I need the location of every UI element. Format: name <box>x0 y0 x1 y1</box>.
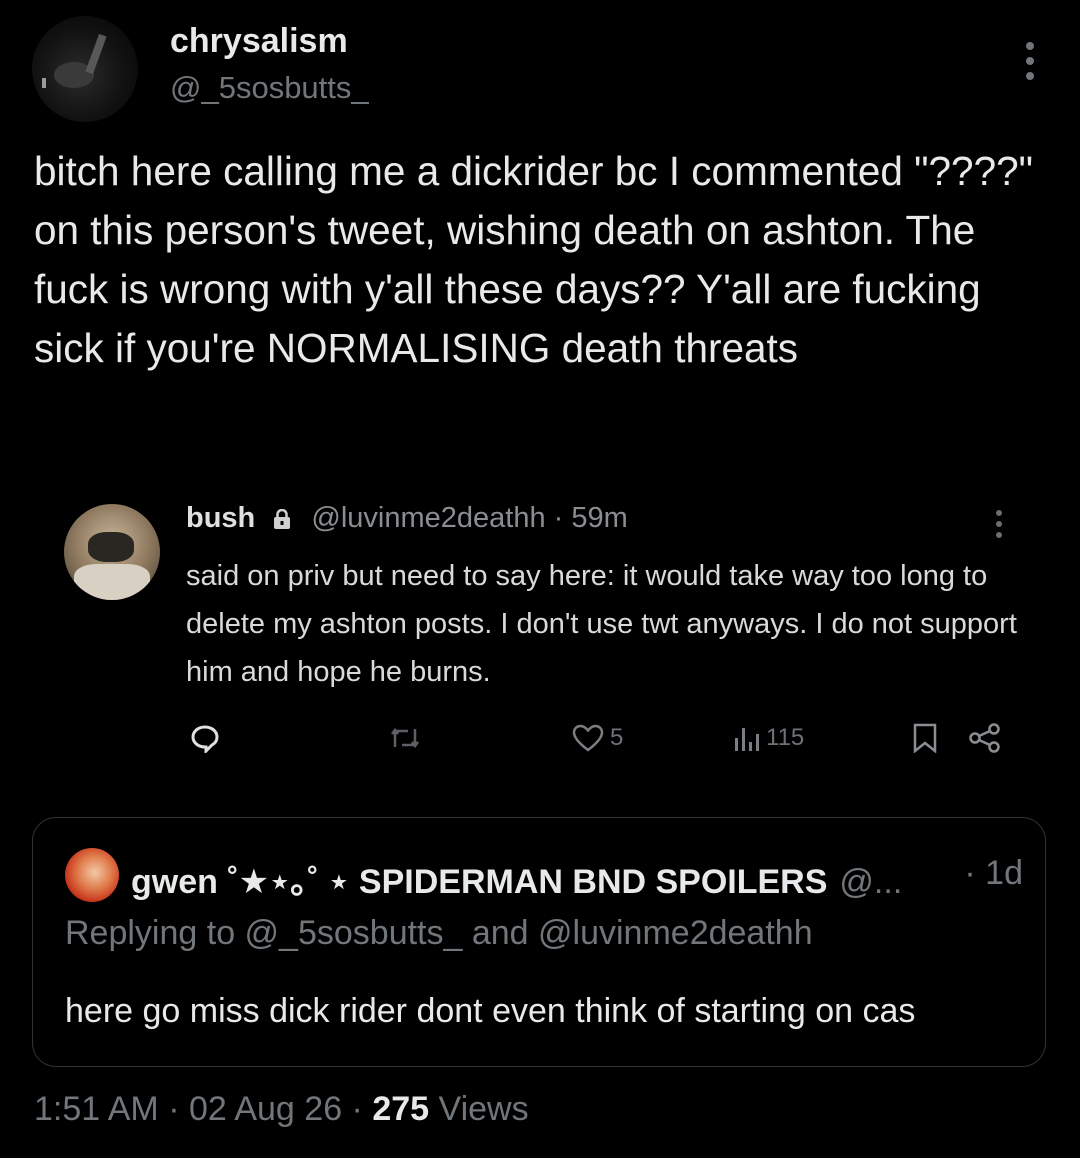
share-icon <box>968 718 1002 758</box>
views-label: Views <box>429 1090 529 1128</box>
quote-user-row: gwen ˚★⋆｡˚ ⋆ SPIDERMAN BND SPOILERS @... … <box>131 854 1023 903</box>
embedded-display-name: bush <box>186 502 256 534</box>
quoted-reply-card[interactable]: gwen ˚★⋆｡˚ ⋆ SPIDERMAN BND SPOILERS @... … <box>32 817 1046 1067</box>
analytics-icon <box>735 728 759 751</box>
like-count: 5 <box>610 724 624 751</box>
embedded-more-icon <box>996 510 1002 544</box>
author-avatar[interactable] <box>32 16 138 122</box>
views-count: 275 <box>372 1090 430 1128</box>
lock-icon <box>274 509 291 529</box>
tweet-header: chrysalism @_5sosbutts_ <box>30 14 1050 124</box>
more-options-icon[interactable] <box>1026 42 1034 86</box>
views-action: 115 <box>734 718 804 758</box>
author-display-name[interactable]: chrysalism <box>170 22 348 61</box>
embedded-handle-time: @luvinme2deathh · 59m <box>311 502 628 534</box>
embedded-avatar <box>64 504 160 600</box>
embedded-screenshot: bush @luvinme2deathh · 59m said on priv … <box>34 480 1046 790</box>
embedded-action-bar: 5 115 <box>190 718 1010 758</box>
embedded-view-count: 115 <box>766 724 805 751</box>
embedded-text: said on priv but need to say here: it wo… <box>186 560 1017 688</box>
tweet-body: bitch here calling me a dickrider bc I c… <box>34 148 1033 371</box>
replying-to: Replying to @_5sosbutts_ and @luvinme2de… <box>65 914 813 952</box>
quote-text: here go miss dick rider dont even think … <box>65 992 916 1030</box>
quote-time: · 1d <box>964 854 1023 892</box>
like-action: 5 <box>572 718 623 758</box>
quote-handle[interactable]: @... <box>839 863 902 901</box>
bookmark-icon <box>912 718 938 758</box>
embedded-user-row: bush @luvinme2deathh · 59m <box>186 502 628 535</box>
quote-avatar[interactable] <box>65 848 119 902</box>
tweet-meta: 1:51 AM · 02 Aug 26 · 275 Views <box>34 1090 529 1129</box>
tweet-timestamp[interactable]: 1:51 AM · 02 Aug 26 · <box>34 1090 372 1128</box>
quote-display-name[interactable]: gwen ˚★⋆｡˚ ⋆ SPIDERMAN BND SPOILERS <box>131 863 827 901</box>
heart-icon <box>572 724 604 752</box>
reply-icon <box>190 718 220 758</box>
retweet-icon <box>388 718 422 758</box>
author-handle[interactable]: @_5sosbutts_ <box>170 70 369 106</box>
